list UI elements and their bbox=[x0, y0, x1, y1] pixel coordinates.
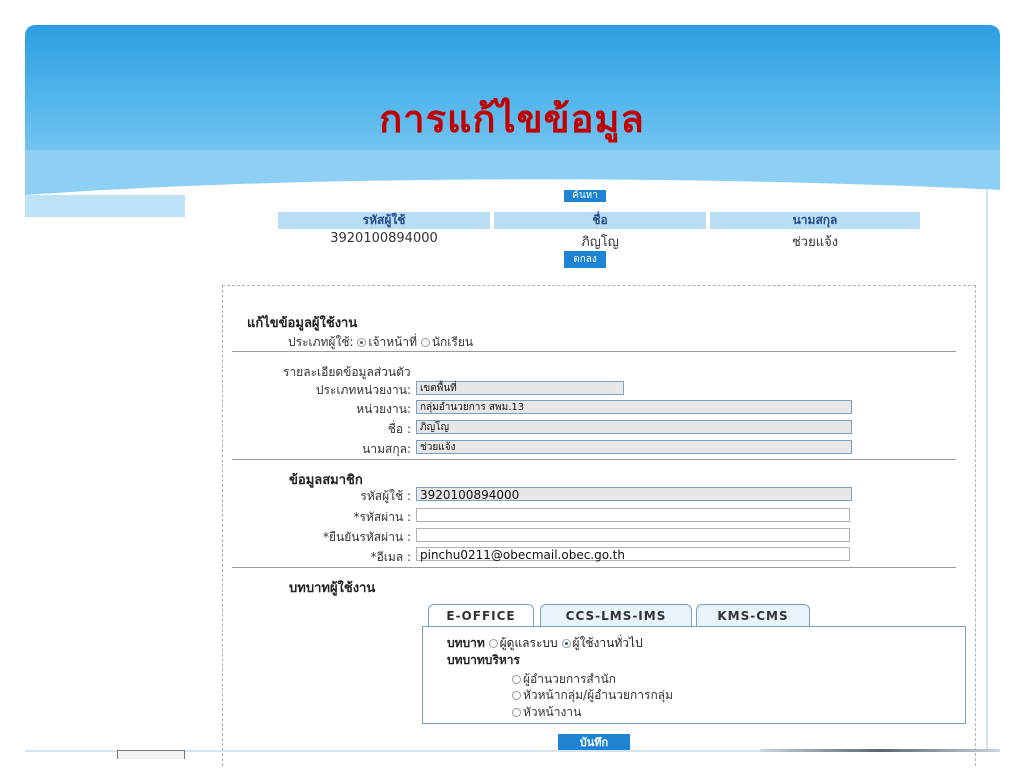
divider bbox=[232, 459, 956, 460]
admin-option-work-head[interactable]: หัวหน้างาน bbox=[512, 703, 581, 722]
result-name: ภิญโญ bbox=[581, 235, 619, 250]
confirm-password-label: *ยืนยันรหัสผ่าน : bbox=[323, 530, 411, 544]
personal-heading: รายละเอียดข้อมูลส่วนตัว bbox=[283, 365, 411, 379]
name-field[interactable]: ภิญโญ bbox=[416, 420, 852, 434]
surname-label: นามสกุล: bbox=[362, 442, 411, 456]
divider bbox=[232, 567, 956, 568]
col-header-surname: นามสกุล bbox=[710, 212, 920, 229]
search-button[interactable]: ค้นหา bbox=[564, 190, 606, 202]
slide-title: การแก้ไขข้อมูล bbox=[379, 96, 645, 141]
member-user-id-field[interactable]: 3920100894000 bbox=[416, 487, 852, 502]
taskbar-button[interactable] bbox=[117, 750, 185, 759]
password-label: *รหัสผ่าน : bbox=[353, 510, 411, 524]
confirm-password-field[interactable] bbox=[416, 528, 850, 542]
radio-general-user[interactable] bbox=[561, 639, 571, 648]
result-user-id: 3920100894000 bbox=[330, 231, 438, 246]
page-right-border bbox=[986, 190, 988, 750]
tab-kms-cms[interactable]: KMS-CMS bbox=[696, 604, 810, 627]
divider bbox=[232, 351, 956, 352]
unit-type-label: ประเภทหน่วยงาน: bbox=[315, 383, 411, 397]
result-surname: ช่วยแจ้ง bbox=[791, 235, 839, 250]
radio-director[interactable] bbox=[512, 675, 521, 684]
user-type-label: ประเภทผู้ใช้: bbox=[288, 335, 354, 349]
admin-role-label: บทบาทบริหาร bbox=[447, 653, 520, 667]
admin-option-label: ผู้อำนวยการสำนัก bbox=[523, 672, 616, 686]
tab-ccs-lms-ims[interactable]: CCS-LMS-IMS bbox=[540, 604, 692, 627]
radio-staff-label: เจ้าหน้าที่ bbox=[368, 335, 417, 349]
ok-button[interactable]: ตกลง bbox=[564, 251, 606, 268]
radio-admin[interactable] bbox=[488, 639, 498, 648]
surname-field[interactable]: ช่วยแจ้ง bbox=[416, 440, 852, 454]
radio-work-head[interactable] bbox=[512, 708, 521, 717]
password-field[interactable] bbox=[416, 508, 850, 522]
radio-group-head[interactable] bbox=[512, 691, 521, 700]
unit-label: หน่วยงาน: bbox=[356, 402, 411, 416]
left-nav-strip bbox=[25, 195, 185, 217]
radio-student-label: นักเรียน bbox=[431, 335, 474, 349]
unit-field[interactable]: กลุ่มอำนวยการ สพม.13 bbox=[416, 400, 852, 414]
role-label: บทบาท bbox=[447, 636, 485, 650]
radio-admin-label: ผู้ดูแลระบบ bbox=[499, 636, 558, 650]
col-header-user-id: รหัสผู้ใช้ bbox=[278, 212, 490, 229]
radio-student[interactable] bbox=[420, 338, 430, 347]
col-header-name: ชื่อ bbox=[494, 212, 706, 229]
admin-option-label: หัวหน้ากลุ่ม/ผู้อำนวยการกลุ่ม bbox=[523, 688, 673, 702]
roles-heading: บทบาทผู้ใช้งาน bbox=[289, 581, 376, 596]
name-label: ชื่อ : bbox=[387, 422, 411, 436]
bottom-shadow bbox=[760, 749, 1000, 752]
radio-general-user-label: ผู้ใช้งานทั่วไป bbox=[572, 636, 643, 650]
radio-staff[interactable] bbox=[357, 338, 367, 347]
email-field[interactable]: pinchu0211@obecmail.obec.go.th bbox=[416, 547, 850, 562]
admin-option-label: หัวหน้างาน bbox=[523, 705, 582, 719]
tab-e-office[interactable]: E-OFFICE bbox=[428, 604, 534, 627]
unit-type-field[interactable]: เขตพื้นที่ bbox=[416, 381, 624, 395]
email-label: *อีเมล : bbox=[370, 550, 411, 564]
form-heading: แก้ไขข้อมูลผู้ใช้งาน bbox=[247, 316, 358, 331]
user-type-row: ประเภทผู้ใช้: เจ้าหน้าที่ นักเรียน bbox=[288, 333, 473, 352]
member-user-id-label: รหัสผู้ใช้ : bbox=[360, 489, 411, 503]
